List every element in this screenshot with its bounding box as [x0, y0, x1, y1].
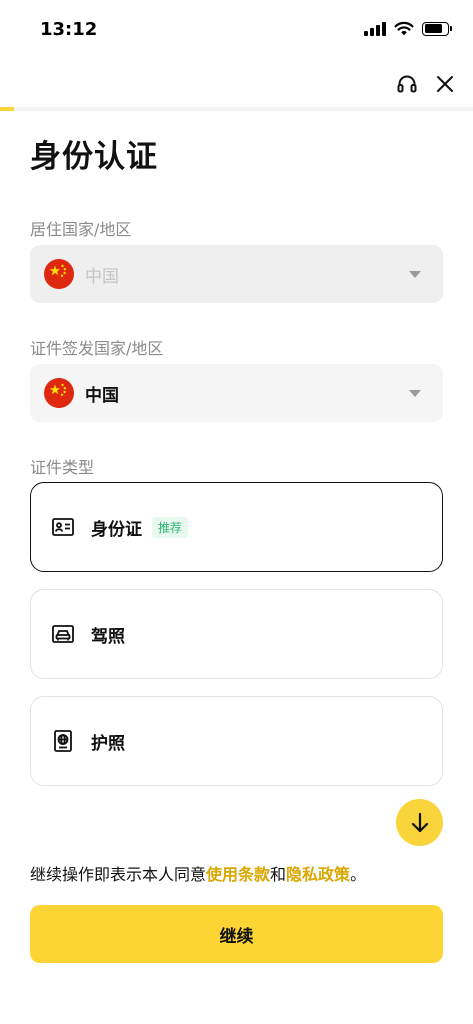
residence-value: 中国: [85, 266, 119, 287]
document-type-label: 证件类型: [30, 458, 95, 477]
wifi-icon: [394, 21, 414, 36]
recommended-badge: 推荐: [152, 516, 189, 538]
issuing-label: 证件签发国家/地区: [30, 339, 164, 358]
residence-select: 中国: [30, 245, 443, 303]
caret-down-icon: [409, 271, 421, 278]
status-bar: 13:12: [0, 0, 473, 58]
document-option-driver-license[interactable]: 驾照: [30, 589, 443, 679]
page-title: 身份认证: [30, 139, 158, 175]
document-option-id-card[interactable]: 身份证 推荐: [30, 482, 443, 572]
status-time: 13:12: [40, 19, 98, 40]
issuing-select[interactable]: 中国: [30, 364, 443, 422]
china-flag-icon: [44, 378, 74, 408]
china-flag-icon: [44, 259, 74, 289]
agreement-prefix: 继续操作即表示本人同意: [30, 865, 207, 884]
terms-link[interactable]: 使用条款: [206, 865, 270, 884]
caret-down-icon: [409, 390, 421, 397]
residence-label: 居住国家/地区: [30, 220, 132, 239]
battery-icon: [422, 21, 452, 36]
issuing-value: 中国: [85, 385, 119, 406]
scroll-down-button[interactable]: [396, 799, 443, 846]
arrow-down-icon: [411, 812, 428, 832]
car-icon: [51, 622, 75, 646]
progress-fill: [0, 107, 15, 111]
headset-icon[interactable]: [393, 70, 421, 98]
id-card-icon: [51, 515, 75, 539]
privacy-link[interactable]: 隐私政策: [286, 865, 350, 884]
top-bar: [0, 62, 473, 106]
document-option-passport[interactable]: 护照: [30, 696, 443, 786]
document-option-label: 身份证: [91, 519, 142, 540]
signal-icon: [364, 21, 386, 36]
document-option-label: 驾照: [91, 626, 125, 647]
status-icons: [364, 21, 452, 36]
progress-bar: [0, 107, 473, 111]
document-option-label: 护照: [91, 733, 125, 754]
agreement-conjunction: 和: [270, 865, 287, 884]
close-icon[interactable]: [431, 70, 459, 98]
agreement-text: 继续操作即表示本人同意使用条款和隐私政策。: [30, 861, 366, 885]
passport-icon: [51, 729, 75, 753]
continue-button[interactable]: 继续: [30, 905, 443, 963]
agreement-suffix: 。: [350, 865, 367, 884]
